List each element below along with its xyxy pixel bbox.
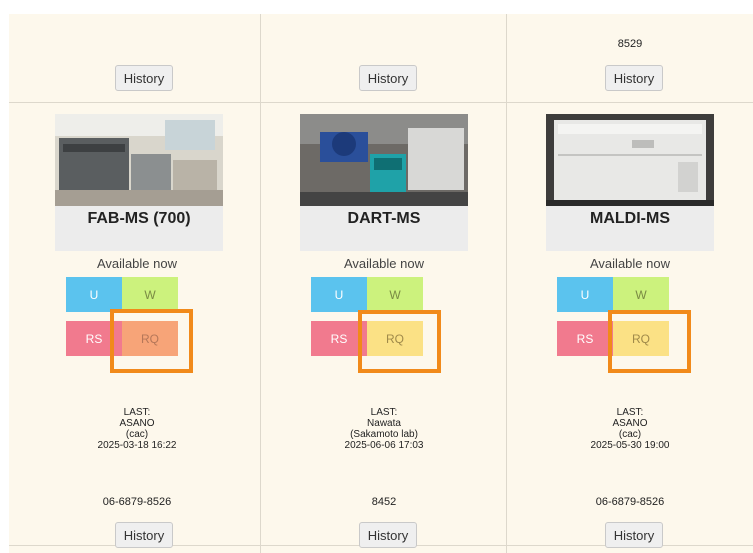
history-button[interactable]: History (115, 522, 173, 548)
last-user: Nawata (367, 418, 401, 429)
instrument-name: DART-MS (300, 206, 468, 251)
last-label: LAST: (616, 407, 644, 418)
instrument-card-maldi-ms: MALDI-MS Available now U W RS RQ LAST: A… (507, 103, 753, 548)
history-button[interactable]: History (605, 65, 663, 91)
last-group: (Sakamoto lab) (350, 429, 418, 440)
reserve-u-button[interactable]: U (557, 277, 613, 312)
history-button[interactable]: History (359, 522, 417, 548)
history-button[interactable]: History (605, 522, 663, 548)
last-datetime: 2025-03-18 16:22 (97, 440, 177, 451)
phone-number: 06-6879-8526 (595, 496, 665, 508)
last-group: (cac) (618, 429, 642, 440)
availability-status: Available now (344, 256, 424, 271)
availability-status: Available now (590, 256, 670, 271)
reserve-rs-button[interactable]: RS (66, 321, 122, 356)
instrument-name: FAB-MS (700) (55, 206, 223, 251)
last-use-info: LAST: ASANO (cac) 2025-05-30 19:00 (507, 407, 753, 451)
history-button[interactable]: History (115, 65, 173, 91)
instrument-card-fab-ms: FAB-MS (700) Available now U W RS RQ LAS… (14, 103, 260, 548)
phone-number: 8452 (371, 496, 397, 508)
reserve-rq-button[interactable]: RQ (122, 321, 178, 356)
reserve-u-button[interactable]: U (311, 277, 367, 312)
availability-status: Available now (97, 256, 177, 271)
instrument-photo[interactable] (546, 114, 714, 206)
last-use-info: LAST: Nawata (Sakamoto lab) 2025-06-06 1… (261, 407, 507, 451)
top-cell-3: 8529 History (507, 14, 753, 102)
reserve-rs-button[interactable]: RS (557, 321, 613, 356)
instrument-grid: History History 8529 History FAB-MS (700… (9, 14, 753, 553)
instrument-name: MALDI-MS (546, 206, 714, 251)
last-user: ASANO (119, 418, 155, 429)
reserve-u-button[interactable]: U (66, 277, 122, 312)
last-group: (cac) (125, 429, 149, 440)
last-datetime: 2025-05-30 19:00 (590, 440, 670, 451)
phone-number: 8529 (617, 38, 643, 50)
last-label: LAST: (123, 407, 151, 418)
reserve-rq-button[interactable]: RQ (367, 321, 423, 356)
instrument-photo[interactable] (300, 114, 468, 206)
reserve-rs-button[interactable]: RS (311, 321, 367, 356)
reserve-w-button[interactable]: W (367, 277, 423, 312)
top-cell-1: History (14, 14, 260, 102)
last-label: LAST: (370, 407, 398, 418)
instrument-card-dart-ms: DART-MS Available now U W RS RQ LAST: Na… (261, 103, 507, 548)
last-user: ASANO (612, 418, 648, 429)
reserve-rq-button[interactable]: RQ (613, 321, 669, 356)
phone-number: 06-6879-8526 (102, 496, 172, 508)
instrument-photo[interactable] (55, 114, 223, 206)
reserve-w-button[interactable]: W (122, 277, 178, 312)
history-button[interactable]: History (359, 65, 417, 91)
last-use-info: LAST: ASANO (cac) 2025-03-18 16:22 (14, 407, 260, 451)
reserve-w-button[interactable]: W (613, 277, 669, 312)
last-datetime: 2025-06-06 17:03 (344, 440, 424, 451)
top-cell-2: History (261, 14, 507, 102)
